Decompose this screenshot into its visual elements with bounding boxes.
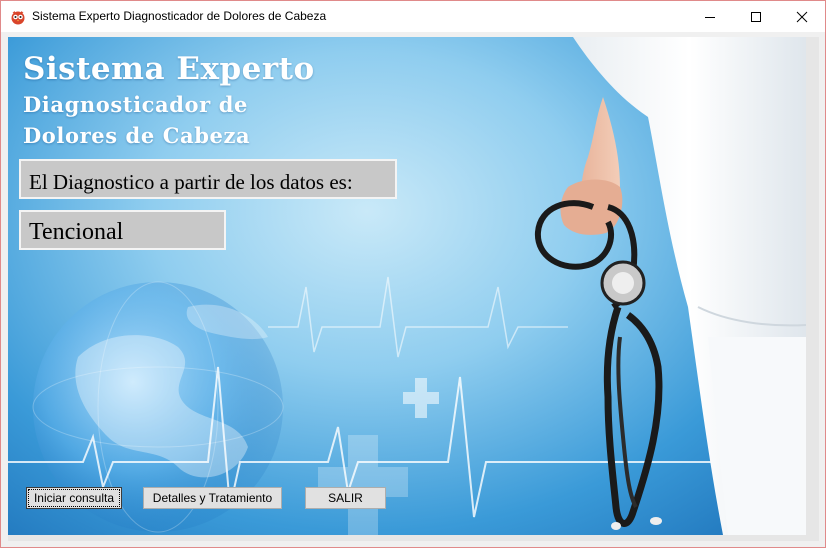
exit-button[interactable]: SALIR (305, 487, 386, 509)
title-line-2: Diagnosticador de (23, 92, 248, 117)
window-title: Sistema Experto Diagnosticador de Dolore… (32, 9, 327, 23)
maximize-button[interactable] (733, 1, 779, 32)
app-owl-icon (10, 9, 26, 25)
close-button[interactable] (779, 1, 825, 32)
form-client-area: Sistema Experto Diagnosticador de Dolore… (8, 37, 819, 541)
title-line-3: Dolores de Cabeza (23, 123, 251, 148)
diagnosis-result-label: Tencional (19, 210, 226, 250)
close-icon (796, 11, 808, 23)
title-line-1: Sistema Experto (23, 51, 315, 87)
details-treatment-button[interactable]: Detalles y Tratamiento (143, 487, 282, 509)
minimize-button[interactable] (687, 1, 733, 32)
minimize-icon (704, 11, 716, 23)
start-consultation-button[interactable]: Iniciar consulta (26, 487, 122, 509)
medical-background-image: Sistema Experto Diagnosticador de Dolore… (8, 37, 806, 535)
diagnosis-prompt-label: El Diagnostico a partir de los datos es: (19, 159, 397, 199)
app-window: Sistema Experto Diagnosticador de Dolore… (0, 0, 826, 548)
title-bar[interactable]: Sistema Experto Diagnosticador de Dolore… (1, 1, 825, 32)
maximize-icon (750, 11, 762, 23)
